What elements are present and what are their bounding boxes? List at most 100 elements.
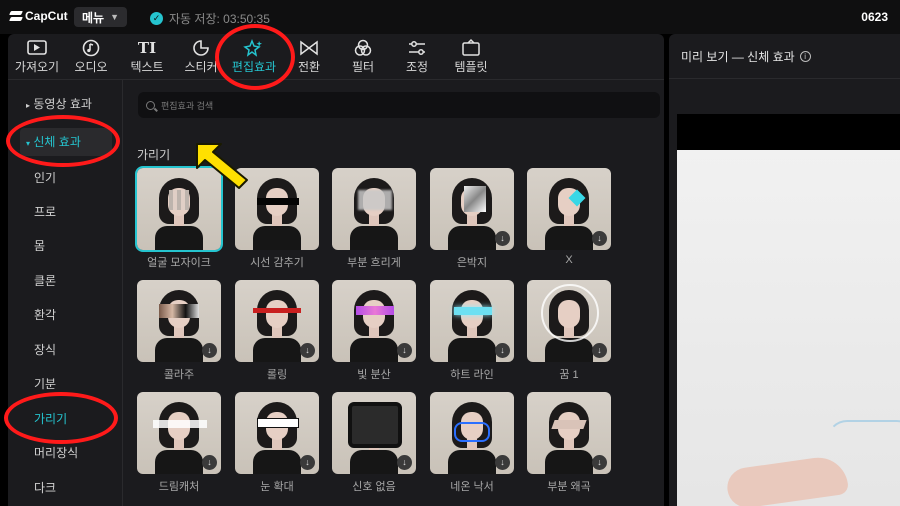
portrait — [350, 178, 398, 250]
tab-label: 전환 — [297, 60, 321, 74]
sidebar-item-label: 기분 — [34, 377, 57, 391]
tab-template[interactable]: 템플릿 — [442, 38, 500, 75]
portrait — [253, 178, 301, 250]
menu-button[interactable]: 메뉴 ▼ — [74, 7, 127, 27]
effect-label: 은박지 — [456, 257, 488, 269]
effect-label: 신호 없음 — [352, 481, 396, 493]
chevron-down-icon: ▼ — [110, 12, 120, 22]
sidebar-item-decoration[interactable]: 장식 — [20, 336, 112, 364]
sidebar-item-label: 장식 — [34, 343, 57, 357]
effect-thumbnail: ↓ — [235, 280, 319, 362]
effect-label: 빛 분산 — [357, 369, 391, 381]
tab-text[interactable]: TI 텍스트 — [118, 38, 176, 75]
effect-label: 롤링 — [266, 369, 288, 381]
menu-label: 메뉴 — [82, 10, 105, 25]
sidebar-item-body[interactable]: 몸 — [20, 232, 112, 260]
effect-card[interactable]: ↓ 은박지 — [430, 168, 514, 270]
download-icon[interactable]: ↓ — [495, 231, 510, 246]
effect-card[interactable]: ↓ 롤링 — [235, 280, 319, 382]
tab-import[interactable]: 가져오기 — [8, 38, 66, 75]
tab-label: 오디오 — [74, 60, 108, 74]
effect-card[interactable]: 부분 흐리게 — [332, 168, 416, 270]
filter-icon — [354, 39, 372, 56]
section-title: 가리기 — [137, 148, 171, 162]
effect-thumbnail: ↓ — [430, 280, 514, 362]
tab-audio[interactable]: 오디오 — [62, 38, 120, 75]
download-icon[interactable]: ↓ — [592, 231, 607, 246]
portrait — [155, 290, 203, 362]
portrait — [350, 290, 398, 362]
effect-label: 콜라주 — [163, 369, 195, 381]
effect-thumbnail: ↓ — [430, 392, 514, 474]
download-icon[interactable]: ↓ — [592, 343, 607, 358]
download-icon[interactable]: ↓ — [202, 343, 217, 358]
sidebar-item-pro[interactable]: 프로 — [20, 198, 112, 226]
effect-card[interactable]: ↓ 빛 분산 — [332, 280, 416, 382]
effect-thumbnail: ↓ — [332, 280, 416, 362]
effects-search-input[interactable]: 편집효과 검색 — [138, 92, 660, 118]
effect-thumbnail — [332, 168, 416, 250]
effect-card[interactable]: ↓ 콜라주 — [137, 280, 221, 382]
effect-label: 얼굴 모자이크 — [147, 257, 211, 269]
effect-card[interactable]: ↓ X — [527, 168, 611, 266]
effect-thumbnail: ↓ — [332, 392, 416, 474]
sidebar-item-clone[interactable]: 클론 — [20, 267, 112, 295]
info-icon[interactable]: i — [799, 51, 811, 62]
capcut-logo-icon — [10, 10, 22, 22]
tab-label: 스티커 — [184, 60, 218, 74]
portrait — [448, 290, 496, 362]
tab-label: 가져오기 — [14, 60, 60, 74]
hand-shape — [724, 453, 850, 506]
portrait — [545, 178, 593, 250]
template-icon — [462, 38, 480, 56]
effect-thumbnail: ↓ — [137, 280, 221, 362]
logo-text: CapCut — [25, 9, 68, 23]
effect-card[interactable]: ↓ 꿈 1 — [527, 280, 611, 382]
tab-label: 텍스트 — [130, 60, 164, 74]
video-preview[interactable] — [677, 114, 900, 506]
tab-label: 조정 — [405, 60, 429, 74]
sidebar-item-label: 인기 — [34, 171, 57, 185]
effect-card[interactable]: ↓ 하트 라인 — [430, 280, 514, 382]
effect-thumbnail: ↓ — [527, 392, 611, 474]
download-icon[interactable]: ↓ — [300, 455, 315, 470]
sidebar-item-popular[interactable]: 인기 — [20, 164, 112, 192]
capcut-logo: CapCut — [10, 9, 68, 23]
project-name[interactable]: 0623 — [861, 10, 888, 24]
sidebar-item-label: 프로 — [34, 205, 57, 219]
effect-thumbnail: ↓ — [527, 280, 611, 362]
download-icon[interactable]: ↓ — [300, 343, 315, 358]
effect-card[interactable]: ↓ 드림캐처 — [137, 392, 221, 494]
effect-label: 시선 감추기 — [250, 257, 304, 269]
video-frame — [677, 150, 900, 506]
sidebar-item-hallucination[interactable]: 환각 — [20, 301, 112, 329]
portrait — [253, 290, 301, 362]
effect-thumbnail: ↓ — [527, 168, 611, 250]
preview-title: 미리 보기 — 신체 효과 — [681, 50, 795, 64]
annotation-circle-cover — [4, 392, 118, 444]
text-icon: TI — [137, 39, 157, 57]
tab-adjust[interactable]: 조정 — [388, 38, 446, 75]
effect-card[interactable]: ↓ 네온 낙서 — [430, 392, 514, 494]
effect-card[interactable]: ↓ 부분 왜곡 — [527, 392, 611, 494]
effect-thumbnail: ↓ — [137, 392, 221, 474]
download-icon[interactable]: ↓ — [592, 455, 607, 470]
download-icon[interactable]: ↓ — [397, 343, 412, 358]
tab-filter[interactable]: 필터 — [334, 38, 392, 75]
effect-label: 꿈 1 — [559, 369, 579, 381]
top-bar: CapCut 메뉴 ▼ ✓ 자동 저장: 03:50:35 0623 — [0, 0, 900, 34]
search-placeholder: 편집효과 검색 — [161, 100, 214, 111]
check-circle-icon: ✓ — [150, 12, 163, 25]
download-icon[interactable]: ↓ — [397, 455, 412, 470]
effect-label: 네온 낙서 — [450, 481, 494, 493]
download-icon[interactable]: ↓ — [495, 343, 510, 358]
download-icon[interactable]: ↓ — [495, 455, 510, 470]
preview-panel: 미리 보기 — 신체 효과 i — [669, 34, 900, 506]
sidebar-item-dark[interactable]: 다크 — [20, 474, 112, 502]
sidebar-item-video-effects[interactable]: ▸ 동영상 효과 — [20, 90, 112, 118]
effect-label: 하트 라인 — [450, 369, 494, 381]
download-icon[interactable]: ↓ — [202, 455, 217, 470]
portrait — [545, 402, 593, 474]
effect-card[interactable]: ↓ 신호 없음 — [332, 392, 416, 494]
effect-card[interactable]: ↓ 눈 확대 — [235, 392, 319, 494]
